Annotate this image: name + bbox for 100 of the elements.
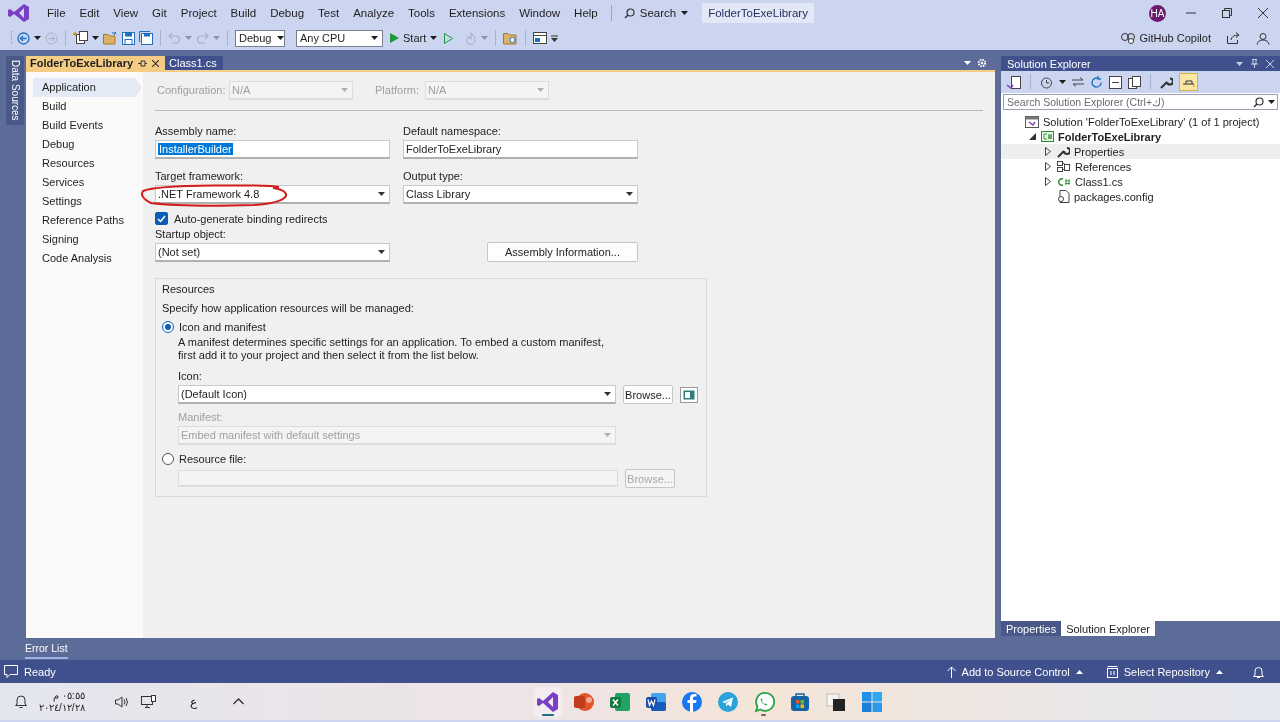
caret-icon (537, 87, 544, 92)
switch-views-icon[interactable] (1007, 75, 1021, 89)
caret-icon (1075, 669, 1083, 674)
menu-item[interactable]: Tools (401, 4, 442, 22)
bell-icon[interactable] (15, 695, 27, 708)
save-icon[interactable] (122, 31, 135, 45)
repository-button[interactable]: Select Repository (1106, 665, 1223, 678)
panel-tab[interactable]: Solution Explorer (1061, 621, 1155, 636)
document-tab[interactable]: FolderToExeLibrary (26, 56, 166, 70)
page-tab[interactable]: Signing (33, 230, 143, 249)
expanded-arrow-icon[interactable] (1028, 133, 1036, 140)
page-tab[interactable]: Resources (33, 154, 143, 173)
sync-icon[interactable] (1072, 77, 1084, 87)
restore-icon[interactable] (1222, 8, 1232, 18)
status-message-icon (4, 665, 18, 678)
overflow-icon[interactable] (551, 34, 559, 42)
network-icon[interactable] (140, 694, 156, 709)
search-field[interactable]: Search Solution Explorer (Ctrl+ك) (1003, 94, 1278, 110)
save-all-icon[interactable] (139, 31, 153, 45)
input-language[interactable]: ع (189, 694, 197, 709)
page-tab[interactable]: Code Analysis (33, 249, 143, 268)
tree-item[interactable]: References (1001, 159, 1280, 174)
copy-icon[interactable] (1128, 75, 1141, 89)
wrench-icon (1057, 145, 1070, 158)
configuration-dropdown[interactable]: Debug (235, 29, 285, 47)
platform-dropdown[interactable]: Any CPU (296, 29, 383, 47)
panel-tab[interactable]: Properties (1001, 621, 1062, 636)
page-tab[interactable]: Build (33, 97, 143, 116)
menu-item[interactable]: Test (311, 4, 347, 22)
page-tab[interactable]: Services (33, 173, 143, 192)
speaker-icon[interactable] (114, 695, 129, 708)
menu-item[interactable]: View (106, 4, 146, 22)
tree-item[interactable]: FolderToExeLibrary (1001, 129, 1280, 144)
caret-icon (604, 392, 611, 396)
menu-item[interactable]: Edit (72, 4, 107, 22)
history-icon[interactable] (1040, 75, 1053, 89)
text-field[interactable] (178, 470, 618, 487)
side-tab[interactable]: Data Sources (6, 56, 24, 125)
dropdown[interactable]: .NET Framework 4.8 (155, 185, 390, 204)
csharp-file-icon (1057, 176, 1071, 187)
caret-icon (1236, 61, 1243, 66)
menu-item[interactable]: Window (512, 4, 568, 22)
tree-item[interactable]: Solution 'FolderToExeLibrary' (1 of 1 project) (1001, 114, 1280, 129)
collapse-all-icon[interactable] (1109, 75, 1122, 89)
window-layout-icon[interactable] (533, 31, 548, 45)
wrench-icon[interactable] (1160, 75, 1173, 89)
radio-button[interactable] (162, 321, 174, 333)
folder-search-icon[interactable] (503, 31, 519, 45)
radio-button[interactable] (162, 453, 174, 465)
page-tab[interactable]: Settings (33, 192, 143, 211)
collapsed-arrow-icon[interactable] (1045, 177, 1051, 186)
menu-item[interactable]: Analyze (346, 4, 402, 22)
browse-button[interactable]: Browse... (623, 385, 673, 404)
tree-item[interactable]: Properties (1001, 144, 1280, 159)
dropdown[interactable]: Class Library (403, 185, 638, 204)
project-icon (1041, 131, 1054, 142)
collapsed-arrow-icon[interactable] (1045, 162, 1051, 171)
menu-item[interactable]: Debug (263, 4, 312, 22)
page-tab[interactable]: Build Events (33, 116, 143, 135)
chevron-up-icon[interactable] (232, 698, 244, 705)
caret-icon (681, 11, 689, 15)
assembly-information-button[interactable]: Assembly Information... (487, 242, 638, 262)
source-control-button[interactable]: Add to Source Control (946, 665, 1083, 678)
repository-icon (1106, 665, 1118, 678)
dropdown[interactable]: (Not set) (155, 243, 390, 262)
tree-item[interactable]: packages.config (1001, 189, 1280, 204)
start-button[interactable]: Start (387, 32, 441, 44)
open-folder-icon[interactable] (103, 31, 118, 45)
back-icon[interactable] (17, 31, 30, 45)
user-avatar[interactable]: HA (1149, 4, 1166, 22)
menu-item[interactable]: Project (173, 4, 224, 22)
menu-item[interactable]: Extensions (441, 4, 513, 22)
close-icon[interactable] (1258, 8, 1268, 18)
menu-item[interactable]: Git (145, 4, 174, 22)
text-field[interactable]: InstallerBuilder (155, 140, 390, 159)
page-tab[interactable]: Reference Paths (33, 211, 143, 230)
tree-item[interactable]: Class1.cs (1001, 174, 1280, 189)
field-label: Default namespace: (403, 125, 502, 137)
new-project-icon[interactable] (73, 31, 88, 45)
notification-icon[interactable] (1253, 665, 1264, 678)
menu-item[interactable]: Help (567, 4, 605, 22)
settings-icon[interactable] (977, 58, 987, 68)
text-field[interactable]: FolderToExeLibrary (403, 140, 638, 159)
collapsed-arrow-icon[interactable] (1045, 147, 1051, 156)
caret-icon (1059, 80, 1066, 84)
close-icon[interactable] (152, 59, 160, 67)
dropdown[interactable]: (Default Icon) (178, 385, 616, 404)
page-tab[interactable]: Application (33, 78, 142, 97)
checkbox[interactable] (155, 212, 168, 225)
refresh-icon[interactable] (1090, 75, 1103, 89)
copilot-button[interactable]: GitHub Copilot (1121, 32, 1211, 44)
document-tab[interactable]: Class1.cs (165, 56, 223, 70)
clock[interactable]: ٠٥:٥٥ م ٢٠٢٤/١٢/٢٨ (39, 689, 85, 714)
share-icon[interactable] (1227, 32, 1240, 44)
menu-item[interactable]: File (40, 4, 73, 22)
page-tab[interactable]: Debug (33, 135, 143, 154)
search-button[interactable]: Search (617, 4, 695, 22)
caret-icon (1268, 100, 1275, 104)
caret-icon (1216, 669, 1223, 674)
menu-item[interactable]: Build (223, 4, 264, 22)
